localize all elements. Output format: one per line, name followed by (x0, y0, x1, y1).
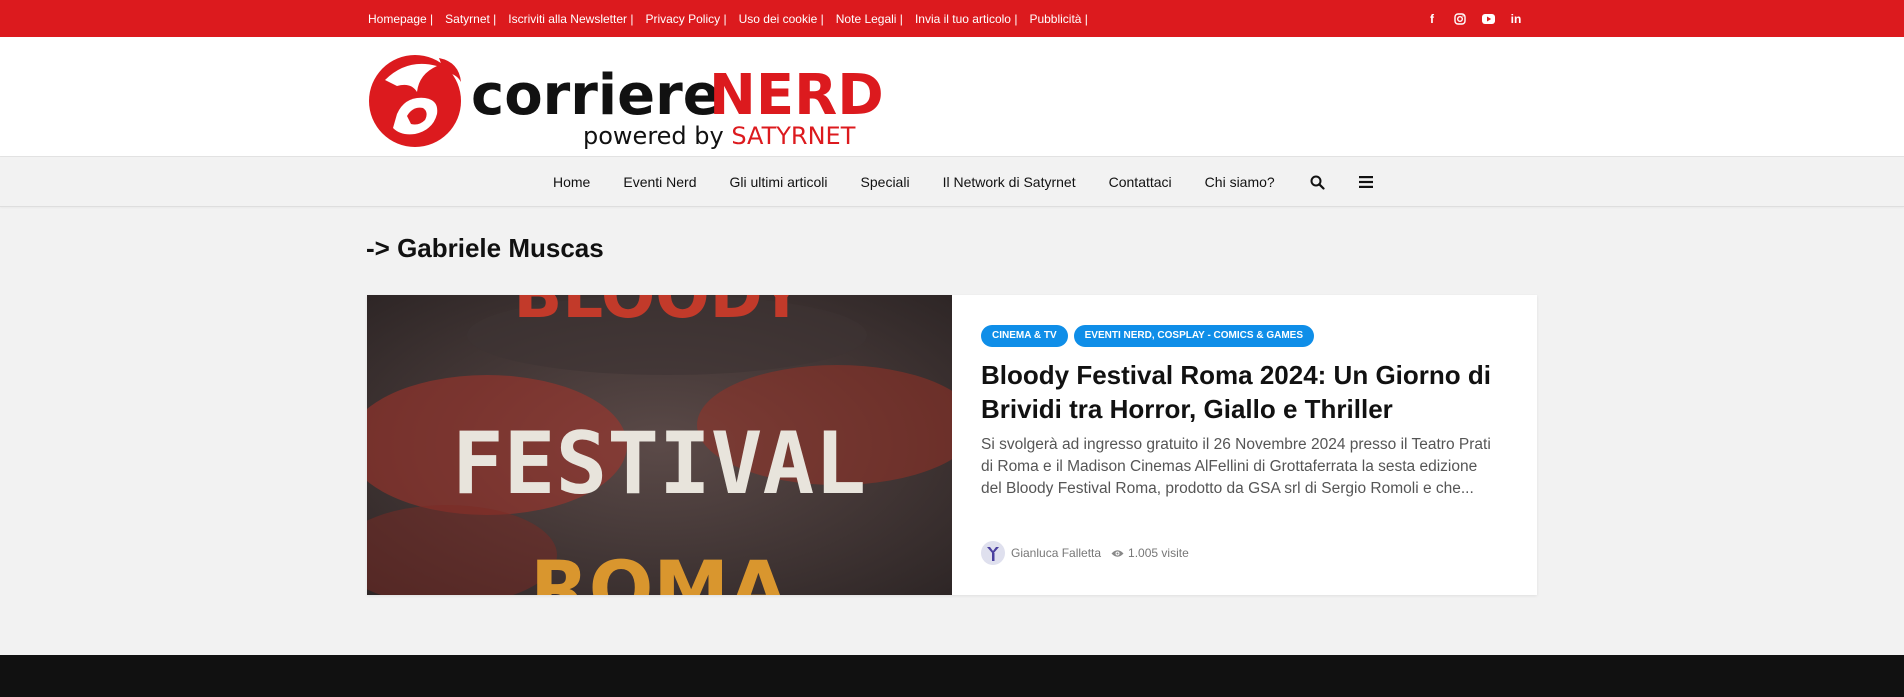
hamburger-menu-icon[interactable] (1356, 172, 1376, 192)
nav-contattaci[interactable]: Contattaci (1109, 174, 1172, 190)
top-link-note-legali[interactable]: Note Legali | (836, 12, 903, 26)
archive-title: -> Gabriele Muscas (366, 233, 604, 263)
category-badge-eventi-nerd[interactable]: EVENTI NERD, COSPLAY - COMICS & GAMES (1073, 325, 1315, 347)
post-body: CINEMA & TV EVENTI NERD, COSPLAY - COMIC… (981, 295, 1501, 595)
linkedin-icon[interactable]: in (1502, 12, 1530, 26)
author-avatar[interactable] (981, 541, 1005, 565)
post-excerpt: Si svolgerà ad ingresso gratuito il 26 N… (981, 436, 1491, 497)
thumbnail-text-top: BLOODY (514, 295, 806, 333)
social-links: f in (1418, 0, 1530, 37)
post-title[interactable]: Bloody Festival Roma 2024: Un Giorno di … (981, 358, 1501, 426)
post-views: 1.005 visite (1128, 546, 1189, 560)
top-links: Homepage | Satyrnet | Iscriviti alla New… (368, 0, 1100, 37)
instagram-icon[interactable] (1446, 12, 1474, 25)
post-thumbnail[interactable]: BLOODY FESTIVAL ROMA (367, 295, 952, 595)
eye-icon (1111, 549, 1124, 558)
top-link-cookie[interactable]: Uso dei cookie | (739, 12, 824, 26)
logo-word-main: corriere (471, 63, 721, 128)
main-nav: Home Eventi Nerd Gli ultimi articoli Spe… (0, 157, 1904, 207)
top-link-invia-articolo[interactable]: Invia il tuo articolo | (915, 12, 1018, 26)
youtube-icon[interactable] (1474, 13, 1502, 24)
post-categories: CINEMA & TV EVENTI NERD, COSPLAY - COMIC… (981, 325, 1315, 347)
thumbnail-text-bottom: ROMA (530, 544, 788, 595)
top-link-satyrnet[interactable]: Satyrnet | (445, 12, 496, 26)
site-header: corriere NERD powered by SATYRNET (0, 37, 1904, 157)
nav-ultimi-articoli[interactable]: Gli ultimi articoli (730, 174, 828, 190)
post-card: BLOODY FESTIVAL ROMA CINEMA & TV EVENTI … (367, 295, 1537, 595)
top-bar: Homepage | Satyrnet | Iscriviti alla New… (0, 0, 1904, 37)
site-logo[interactable]: corriere NERD powered by SATYRNET (367, 52, 922, 152)
top-link-pubblicita[interactable]: Pubblicità | (1029, 12, 1087, 26)
nav-eventi-nerd[interactable]: Eventi Nerd (623, 174, 696, 190)
logo-tagline: powered by SATYRNET (583, 122, 856, 150)
category-badge-cinema-tv[interactable]: CINEMA & TV (981, 325, 1068, 347)
nav-home[interactable]: Home (553, 174, 590, 190)
top-link-newsletter[interactable]: Iscriviti alla Newsletter | (508, 12, 633, 26)
thumbnail-text-main: FESTIVAL (452, 414, 866, 514)
nav-chi-siamo[interactable]: Chi siamo? (1205, 174, 1275, 190)
logo-word-accent: NERD (709, 63, 884, 128)
author-name[interactable]: Gianluca Falletta (1011, 546, 1101, 560)
site-footer (0, 655, 1904, 697)
search-icon[interactable] (1308, 172, 1328, 192)
logo-emblem-icon (369, 55, 461, 147)
post-meta: Gianluca Falletta 1.005 visite (981, 541, 1189, 565)
top-link-privacy[interactable]: Privacy Policy | (645, 12, 726, 26)
nav-network-satyrnet[interactable]: Il Network di Satyrnet (943, 174, 1076, 190)
facebook-icon[interactable]: f (1418, 12, 1446, 26)
nav-speciali[interactable]: Speciali (861, 174, 910, 190)
top-link-homepage[interactable]: Homepage | (368, 12, 433, 26)
